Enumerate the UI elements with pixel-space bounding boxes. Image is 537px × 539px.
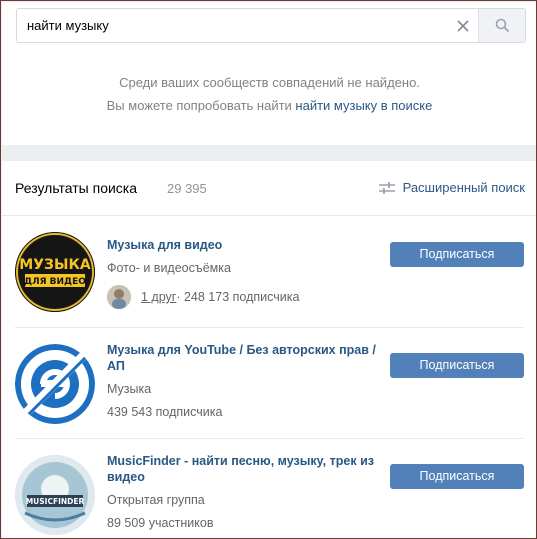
group-name[interactable]: Музыка для видео xyxy=(107,237,382,253)
group-category: Открытая группа xyxy=(107,493,205,507)
logo-text: MUSICFINDER xyxy=(26,497,85,506)
results-header: Результаты поиска 29 395 Расширенный пои… xyxy=(2,161,536,216)
avatar[interactable]: MUSICFINDER xyxy=(15,455,95,535)
no-copyright-logo xyxy=(15,344,95,424)
search-suggestion: Вы можете попробовать найти найти музыку… xyxy=(2,98,536,113)
no-results-message: Среди ваших сообществ совпадений не найд… xyxy=(119,75,420,90)
global-search-link[interactable]: найти музыку в поиске xyxy=(295,98,432,113)
logo-line-1: МУЗЫКА xyxy=(19,257,91,273)
avatar[interactable] xyxy=(15,344,95,424)
friends-link[interactable]: 1 друг xyxy=(141,290,176,304)
window-frame: Среди ваших сообществ совпадений не найд… xyxy=(0,0,537,539)
members-count: 439 543 подписчика xyxy=(107,405,223,419)
group-category: Фото- и видеосъёмка xyxy=(107,261,231,275)
list-item: Музыка для YouTube / Без авторских прав … xyxy=(2,328,536,439)
group-name[interactable]: Музыка для YouTube / Без авторских прав … xyxy=(107,342,382,374)
search-input[interactable] xyxy=(17,9,448,42)
search-panel: Среди ваших сообществ совпадений не найд… xyxy=(2,2,536,145)
list-item: MUSICFINDER MusicFinder - найти песню, м… xyxy=(2,439,536,538)
subscribe-button[interactable]: Подписаться xyxy=(390,353,524,378)
group-category: Музыка xyxy=(107,382,152,396)
suggestion-prefix: Вы можете попробовать найти xyxy=(106,98,296,113)
subscribe-button[interactable]: Подписаться xyxy=(390,464,524,489)
filter-sliders-icon xyxy=(378,181,395,194)
friend-avatar[interactable] xyxy=(107,285,131,309)
music-for-video-logo: МУЗЫКА ДЛЯ ВИДЕО xyxy=(15,232,95,312)
group-meta: 1 друг · 248 173 подписчика xyxy=(107,285,299,309)
search-icon xyxy=(495,18,509,33)
advanced-search-button[interactable]: Расширенный поиск xyxy=(378,180,525,195)
clear-search-button[interactable] xyxy=(448,9,478,42)
subscribe-button[interactable]: Подписаться xyxy=(390,242,524,267)
avatar[interactable]: МУЗЫКА ДЛЯ ВИДЕО xyxy=(15,232,95,312)
logo-line-2: ДЛЯ ВИДЕО xyxy=(24,277,86,287)
members-count: 89 509 участников xyxy=(107,516,214,530)
advanced-search-label: Расширенный поиск xyxy=(402,180,525,195)
list-item: МУЗЫКА ДЛЯ ВИДЕО Музыка для видео Фото- … xyxy=(2,217,536,328)
results-title: Результаты поиска xyxy=(15,180,138,196)
members-count: · 248 173 подписчика xyxy=(176,290,300,304)
group-name[interactable]: MusicFinder - найти песню, музыку, трек … xyxy=(107,453,382,485)
search-button[interactable] xyxy=(478,9,525,42)
friend-photo-icon xyxy=(107,285,131,309)
close-icon xyxy=(457,19,469,32)
results-panel: Результаты поиска 29 395 Расширенный пои… xyxy=(2,161,536,538)
results-count: 29 395 xyxy=(167,181,207,196)
search-box xyxy=(16,8,526,43)
musicfinder-logo: MUSICFINDER xyxy=(15,455,95,535)
